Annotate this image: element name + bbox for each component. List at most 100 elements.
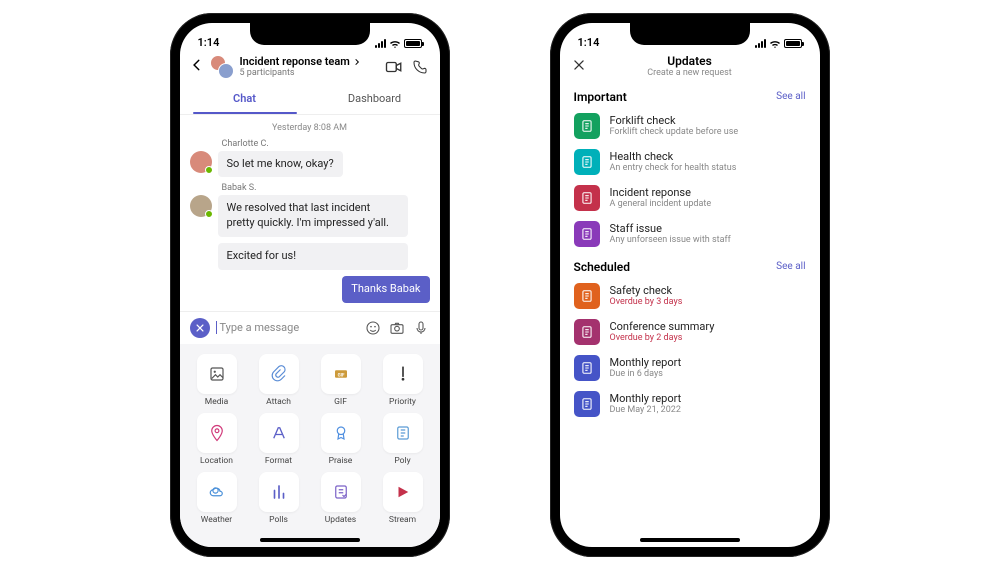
message-group: Thanks Babak [190,276,430,303]
request-subtitle: Any unforseen issue with staff [610,235,731,245]
app-polls[interactable]: Polls [248,472,310,525]
app-label: Weather [201,515,232,525]
praise-icon [321,413,361,453]
app-label: Polls [269,515,288,525]
app-weather[interactable]: Weather [186,472,248,525]
priority-icon [383,354,423,394]
message-bubble[interactable]: Excited for us! [218,243,408,270]
section-title: Scheduled [574,260,631,274]
app-stream[interactable]: Stream [372,472,434,525]
tab-chat[interactable]: Chat [180,83,310,114]
media-icon [197,354,237,394]
request-item[interactable]: Incident reponseA general incident updat… [560,180,820,216]
message-group: Babak S. We resolved that last incident … [190,183,430,270]
request-item[interactable]: Monthly reportDue in 6 days [560,350,820,386]
phone-left: 1:14 Incident reponse team 5 participant… [170,13,450,557]
request-item[interactable]: Conference summaryOverdue by 2 days [560,314,820,350]
back-button[interactable] [190,58,204,76]
app-priority[interactable]: Priority [372,354,434,407]
panel-subtitle: Create a new request [560,68,820,78]
request-subtitle: Due in 6 days [610,369,682,379]
phone-right: 1:14 Updates Create a new request Import… [550,13,830,557]
app-media[interactable]: Media [186,354,248,407]
request-icon [574,113,600,139]
notch [250,23,370,45]
request-title: Safety check [610,284,683,297]
app-format[interactable]: Format [248,413,310,466]
request-subtitle: A general incident update [610,199,712,209]
status-time: 1:14 [198,36,220,49]
battery-icon [404,39,422,48]
see-all-link[interactable]: See all [776,261,805,272]
app-updates[interactable]: Updates [310,472,372,525]
camera-button[interactable] [388,319,406,337]
app-poly[interactable]: Poly [372,413,434,466]
request-icon [574,355,600,381]
request-item[interactable]: Health checkAn entry check for health st… [560,144,820,180]
section-title: Important [574,90,627,104]
app-gif[interactable]: GIF GIF [310,354,372,407]
chevron-right-icon [353,58,361,66]
signal-icon [755,39,766,48]
request-item[interactable]: Staff issueAny unforseen issue with staf… [560,216,820,252]
app-location[interactable]: Location [186,413,248,466]
request-icon [574,185,600,211]
video-call-button[interactable] [384,57,404,77]
app-praise[interactable]: Praise [310,413,372,466]
request-title: Staff issue [610,222,731,235]
request-subtitle: An entry check for health status [610,163,737,173]
weather-icon [197,472,237,512]
app-label: Poly [394,456,410,466]
app-label: Location [200,456,233,466]
request-icon [574,391,600,417]
close-button[interactable] [572,57,586,76]
emoji-button[interactable] [364,319,382,337]
message-list[interactable]: Yesterday 8:08 AM Charlotte C. So let me… [180,115,440,311]
mic-button[interactable] [412,319,430,337]
wifi-icon [769,39,781,49]
message-input[interactable]: Type a message [216,321,358,334]
polls-icon [259,472,299,512]
wifi-icon [389,39,401,49]
battery-icon [784,39,802,48]
app-label: Format [265,456,292,466]
request-item[interactable]: Monthly reportDue May 21, 2022 [560,386,820,422]
location-icon [197,413,237,453]
chat-subtitle: 5 participants [240,68,378,78]
request-subtitle: Overdue by 3 days [610,297,683,307]
timestamp-label: Yesterday 8:08 AM [190,123,430,133]
home-indicator [640,538,740,542]
app-label: Stream [389,515,416,525]
message-bubble[interactable]: So let me know, okay? [218,151,343,178]
sender-label: Babak S. [222,183,430,193]
see-all-link[interactable]: See all [776,91,805,102]
format-icon [259,413,299,453]
app-label: Praise [329,456,353,466]
avatar[interactable] [190,151,212,173]
audio-call-button[interactable] [410,57,430,77]
app-label: GIF [334,397,347,407]
gif-icon: GIF [321,354,361,394]
chat-avatar-group[interactable] [210,55,234,79]
message-bubble[interactable]: We resolved that last incident pretty qu… [218,195,408,237]
home-indicator [260,538,360,542]
request-icon [574,283,600,309]
request-item[interactable]: Safety checkOverdue by 3 days [560,278,820,314]
updates-list[interactable]: Important See all Forklift checkForklift c… [560,82,820,547]
chat-header: Incident reponse team 5 participants [180,51,440,83]
avatar[interactable] [190,195,212,217]
app-attach[interactable]: Attach [248,354,310,407]
request-subtitle: Due May 21, 2022 [610,405,682,415]
message-bubble-mine[interactable]: Thanks Babak [342,276,429,303]
request-title: Health check [610,150,737,163]
app-label: Media [205,397,228,407]
status-time: 1:14 [578,36,600,49]
request-item[interactable]: Forklift checkForklift check update befo… [560,108,820,144]
compose-bar: Type a message [180,311,440,344]
close-tray-button[interactable] [190,318,210,338]
tab-dashboard[interactable]: Dashboard [310,83,440,114]
app-label: Attach [266,397,291,407]
chat-title-block[interactable]: Incident reponse team 5 participants [240,55,378,78]
request-title: Incident reponse [610,186,712,199]
request-subtitle: Overdue by 2 days [610,333,715,343]
